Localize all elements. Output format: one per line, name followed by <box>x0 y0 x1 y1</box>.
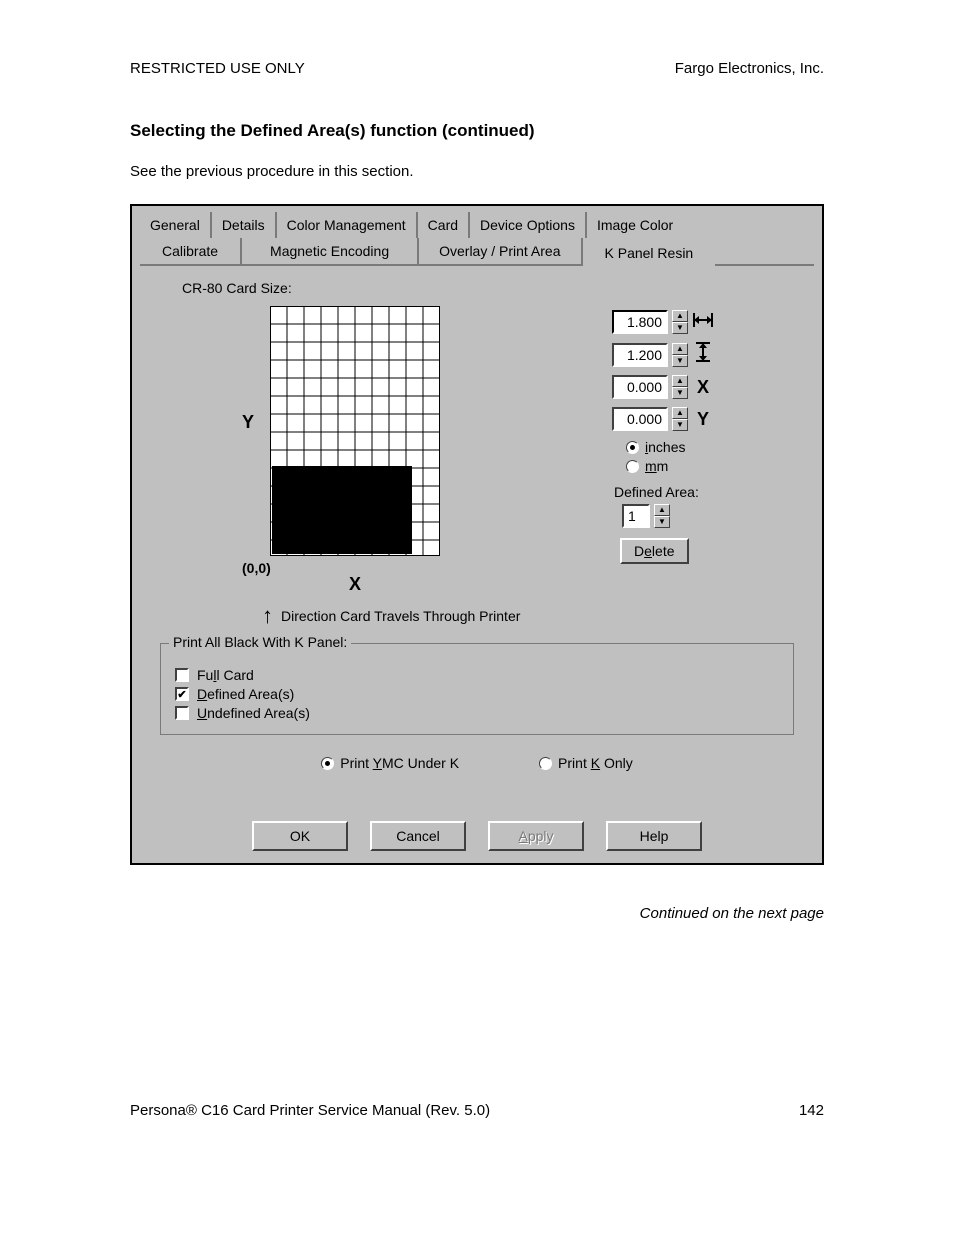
tab-color-management[interactable]: Color Management <box>277 212 418 238</box>
axis-y-label: Y <box>242 412 254 433</box>
card-size-label: CR-80 Card Size: <box>182 280 802 296</box>
undefined-areas-row[interactable]: Undefined Area(s) <box>175 705 779 721</box>
print-ymc-label: Print YMC Under K <box>340 755 459 771</box>
apply-button[interactable]: Apply <box>488 821 584 851</box>
defined-areas-row[interactable]: ✔ Defined Area(s) <box>175 686 779 702</box>
tab-magnetic-encoding[interactable]: Magnetic Encoding <box>242 238 419 264</box>
radio-icon <box>539 757 552 770</box>
height-spin-down[interactable]: ▼ <box>672 355 688 367</box>
undefined-areas-label: Undefined Area(s) <box>197 705 310 721</box>
k-panel-group-title: Print All Black With K Panel: <box>169 634 351 650</box>
tab-details[interactable]: Details <box>212 212 277 238</box>
cancel-button[interactable]: Cancel <box>370 821 466 851</box>
print-k-only-row[interactable]: Print K Only <box>539 755 633 771</box>
print-ymc-row[interactable]: Print YMC Under K <box>321 755 459 771</box>
tab-row-bottom: Calibrate Magnetic Encoding Overlay / Pr… <box>140 238 814 264</box>
units-mm-label: mm <box>645 458 668 474</box>
delete-button[interactable]: Delete <box>620 538 689 564</box>
units-inches-row[interactable]: inches <box>626 439 802 455</box>
units-inches-label: inches <box>645 439 685 455</box>
full-card-row[interactable]: Full Card <box>175 667 779 683</box>
checkbox-icon <box>175 668 189 682</box>
footer-right: 142 <box>799 1102 824 1119</box>
radio-icon <box>626 460 639 473</box>
defined-area-input[interactable] <box>622 504 650 528</box>
up-arrow-icon: ↑ <box>262 603 273 629</box>
print-k-only-label: Print K Only <box>558 755 633 771</box>
footer-left: Persona® C16 Card Printer Service Manual… <box>130 1102 490 1119</box>
continued-note: Continued on the next page <box>130 905 824 922</box>
y-input[interactable] <box>612 407 668 431</box>
header-right: Fargo Electronics, Inc. <box>675 60 824 77</box>
x-spin-down[interactable]: ▼ <box>672 387 688 399</box>
ok-button[interactable]: OK <box>252 821 348 851</box>
width-icon <box>692 312 714 333</box>
width-spin-down[interactable]: ▼ <box>672 322 688 334</box>
page-heading: Selecting the Defined Area(s) function (… <box>130 121 824 141</box>
properties-dialog: General Details Color Management Card De… <box>130 204 824 865</box>
tab-card[interactable]: Card <box>418 212 470 238</box>
x-input[interactable] <box>612 375 668 399</box>
tab-image-color[interactable]: Image Color <box>587 212 683 238</box>
tab-row-top: General Details Color Management Card De… <box>140 212 814 238</box>
defined-area-spin-up[interactable]: ▲ <box>654 504 670 516</box>
y-spin-down[interactable]: ▼ <box>672 419 688 431</box>
checkbox-icon <box>175 706 189 720</box>
height-input[interactable] <box>612 343 668 367</box>
k-panel-group: Print All Black With K Panel: Full Card … <box>160 643 794 735</box>
tab-content: CR-80 Card Size: Y <box>140 264 814 791</box>
header-left: RESTRICTED USE ONLY <box>130 60 305 77</box>
x-spin-up[interactable]: ▲ <box>672 375 688 387</box>
radio-icon <box>321 757 334 770</box>
height-spin-up[interactable]: ▲ <box>672 343 688 355</box>
defined-areas-label: Defined Area(s) <box>197 686 294 702</box>
tab-device-options[interactable]: Device Options <box>470 212 587 238</box>
width-input[interactable] <box>612 310 668 334</box>
width-spin-up[interactable]: ▲ <box>672 310 688 322</box>
tab-general[interactable]: General <box>140 212 212 238</box>
tab-overlay-print-area[interactable]: Overlay / Print Area <box>419 238 582 264</box>
direction-label: Direction Card Travels Through Printer <box>281 608 520 624</box>
height-icon <box>692 342 714 367</box>
y-spin-up[interactable]: ▲ <box>672 407 688 419</box>
card-preview[interactable] <box>270 306 440 556</box>
checkbox-icon: ✔ <box>175 687 189 701</box>
defined-area-spin-down[interactable]: ▼ <box>654 516 670 528</box>
tab-calibrate[interactable]: Calibrate <box>140 238 242 264</box>
x-icon: X <box>692 377 714 398</box>
radio-icon <box>626 441 639 454</box>
intro-text: See the previous procedure in this secti… <box>130 163 824 180</box>
y-icon: Y <box>692 409 714 430</box>
help-button[interactable]: Help <box>606 821 702 851</box>
defined-area-label: Defined Area: <box>614 484 802 500</box>
full-card-label: Full Card <box>197 667 254 683</box>
axis-x-label: X <box>270 574 440 595</box>
tab-k-panel-resin[interactable]: K Panel Resin <box>583 240 716 266</box>
units-mm-row[interactable]: mm <box>626 458 802 474</box>
